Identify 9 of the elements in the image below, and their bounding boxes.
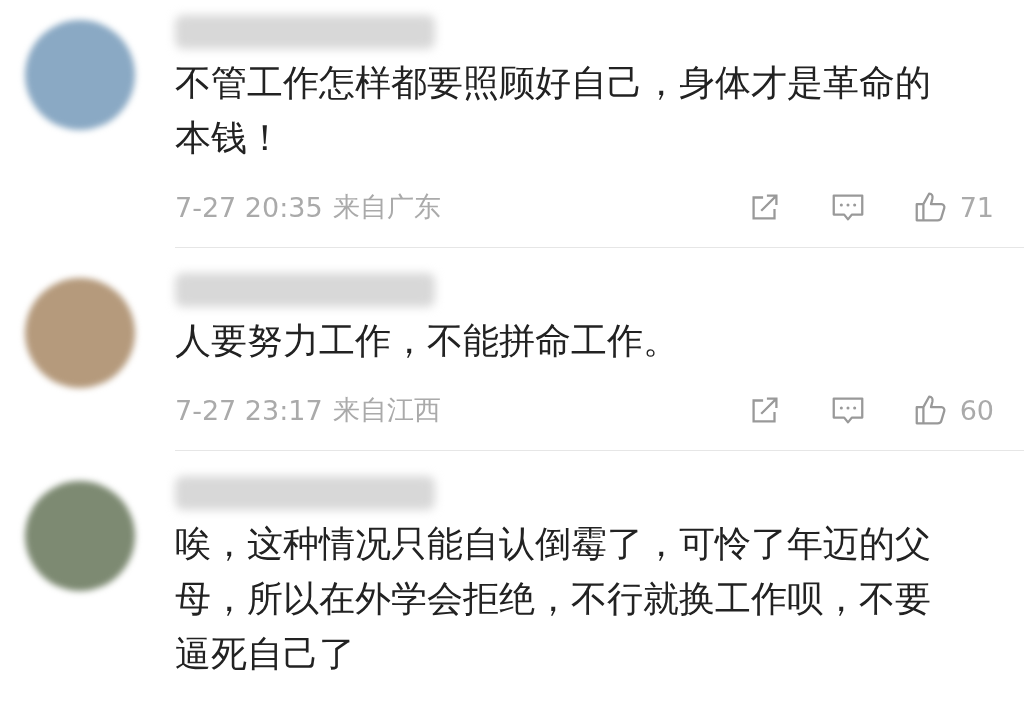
- comment-location: 来自广东: [332, 190, 441, 224]
- like-count: 60: [959, 394, 994, 426]
- like-count: 71: [959, 191, 994, 223]
- comment-time: 7-27 20:35: [175, 191, 323, 223]
- comment-location: 来自江西: [332, 393, 441, 427]
- comment-time: 7-27 23:17: [175, 394, 323, 426]
- comment-text: 不管工作怎样都要照顾好自己，身体才是革命的本钱！: [175, 61, 932, 160]
- comment-text: 人要努力工作，不能拼命工作。: [175, 319, 680, 363]
- comment-text: 唉，这种情况只能自认倒霉了，可怜了年迈的父母，所以在外学会拒绝，不行就换工作呗，不要逼死自己了: [175, 522, 932, 676]
